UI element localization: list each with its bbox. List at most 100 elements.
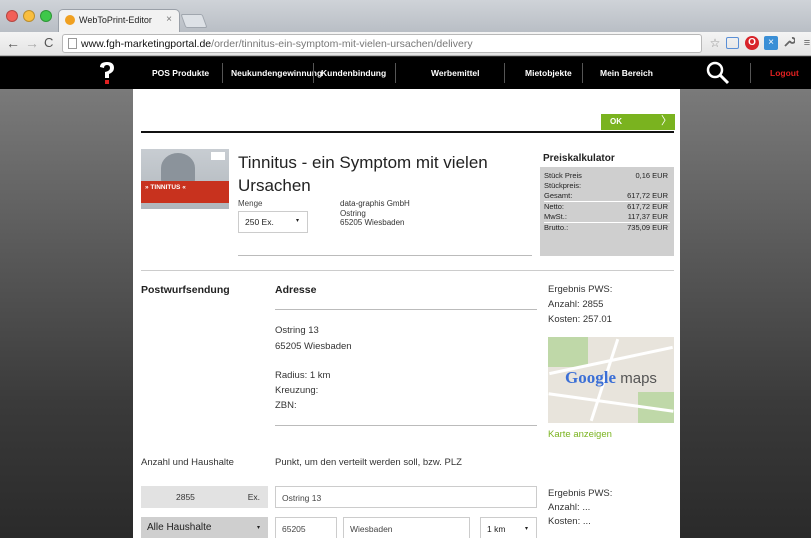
- cast-extension-icon[interactable]: [726, 37, 739, 49]
- count-field[interactable]: 2855 Ex.: [141, 486, 268, 508]
- pws-kosten: Kosten: 257.01: [548, 314, 612, 325]
- nav-kundenbindung[interactable]: Kundenbindung: [321, 68, 386, 78]
- adresse-heading: Adresse: [275, 284, 317, 296]
- address-line: Ostring 13: [275, 325, 319, 336]
- households-select[interactable]: Alle Haushalte ▾: [141, 517, 268, 538]
- ok-button[interactable]: OK 〉: [601, 114, 675, 130]
- pws-title: Ergebnis PWS:: [548, 284, 613, 295]
- quantity-select[interactable]: 250 Ex. ▾: [238, 211, 308, 233]
- chevron-right-icon: 〉: [661, 115, 672, 127]
- pws-anzahl: Anzahl: 2855: [548, 299, 604, 310]
- calc-label: Netto:: [544, 202, 565, 211]
- anzahl-label: Anzahl und Haushalte: [141, 457, 234, 468]
- nav-divider: [313, 63, 314, 83]
- calculator-title: Preiskalkulator: [543, 153, 615, 164]
- nav-werbemittel[interactable]: Werbemittel: [431, 68, 480, 78]
- postwurfsendung-heading: Postwurfsendung: [141, 284, 230, 296]
- nav-divider: [222, 63, 223, 83]
- tab-close-icon[interactable]: ×: [166, 14, 172, 25]
- zoom-window-button[interactable]: [40, 10, 52, 22]
- company-address: data-graphis GmbH Ostring 65205 Wiesbade…: [340, 199, 410, 228]
- calc-row: Gesamt: 617,72 EUR: [544, 191, 670, 202]
- pws-anzahl: Anzahl: ...: [548, 502, 591, 513]
- delivery-details: Radius: 1 km Kreuzung: ZBN:: [275, 368, 330, 413]
- price-calculator: Stück Preis 0,16 EUR Stückpreis: Gesamt: 6…: [540, 167, 674, 256]
- count-value: 2855: [176, 492, 195, 502]
- company-city: 65205 Wiesbaden: [340, 218, 405, 227]
- address-bar[interactable]: www.fgh-marketingportal.de/order/tinnitu…: [62, 34, 702, 53]
- street-input[interactable]: Ostring 13: [275, 486, 537, 508]
- nav-divider: [750, 63, 751, 83]
- main-content: OK 〉 » TINNITUS « Tinnitus - ein Symptom…: [133, 89, 680, 538]
- calc-label: Stück Preis: [544, 171, 582, 180]
- google-brand-text: Google: [565, 368, 616, 387]
- forward-arrow-icon[interactable]: →: [25, 35, 39, 51]
- map-park: [548, 337, 588, 367]
- nav-mein-bereich[interactable]: Mein Bereich: [600, 68, 653, 78]
- map-preview[interactable]: Google maps: [548, 337, 674, 423]
- menge-label: Menge: [238, 199, 263, 208]
- count-unit: Ex.: [247, 492, 260, 502]
- brand-logo[interactable]: [96, 61, 118, 85]
- calc-label: Gesamt:: [544, 191, 573, 200]
- pws-result: Ergebnis PWS: Anzahl: 2855 Kosten: 257.0…: [548, 282, 612, 327]
- nav-divider: [395, 63, 396, 83]
- menu-icon[interactable]: ≡: [800, 36, 811, 50]
- details-divider: [275, 425, 537, 426]
- favicon-icon: [65, 15, 75, 25]
- plz-input[interactable]: 65205: [275, 517, 337, 538]
- chevron-down-icon: ▾: [256, 525, 260, 531]
- wrench-icon[interactable]: [782, 36, 796, 50]
- nav-neukundengewinnung[interactable]: Neukundengewinnung: [231, 68, 322, 78]
- x-extension-icon[interactable]: ×: [764, 36, 778, 50]
- search-icon[interactable]: [705, 60, 731, 86]
- radius-select[interactable]: 1 km ▾: [480, 517, 537, 538]
- calc-row: MwSt.: 117,37 EUR: [544, 212, 670, 223]
- bookmark-star-icon[interactable]: ☆: [708, 36, 722, 50]
- city-input[interactable]: Wiesbaden: [343, 517, 470, 538]
- maps-text: maps: [620, 370, 657, 387]
- address-line: 65205 Wiesbaden: [275, 341, 352, 352]
- calc-row: Stückpreis:: [544, 181, 670, 191]
- nav-pos-produkte[interactable]: POS Produkte: [152, 68, 209, 78]
- header-divider: [141, 131, 674, 133]
- nav-divider: [582, 63, 583, 83]
- quantity-value: 250 Ex.: [245, 217, 274, 227]
- nav-divider: [504, 63, 505, 83]
- tab-title: WebToPrint-Editor: [79, 15, 152, 25]
- calc-label: Brutto.:: [544, 223, 569, 232]
- calc-label: MwSt.:: [544, 212, 567, 221]
- calc-value: 617,72 EUR: [627, 202, 668, 211]
- calc-label: Stückpreis:: [544, 181, 582, 190]
- minimize-window-button[interactable]: [23, 10, 35, 22]
- page-background-right: [680, 89, 811, 538]
- chevron-down-icon: ▾: [524, 526, 528, 532]
- logout-link[interactable]: Logout: [770, 68, 799, 78]
- pws-kosten: Kosten: ...: [548, 516, 591, 527]
- ok-button-label: OK: [610, 117, 622, 126]
- reload-icon[interactable]: C: [44, 35, 53, 51]
- zbn-text: ZBN:: [275, 400, 297, 411]
- company-street: Ostring: [340, 208, 366, 218]
- url-path: /order/tinnitus-ein-symptom-mit-vielen-u…: [211, 38, 473, 50]
- site-navigation: POS Produkte Neukundengewinnung Kundenbi…: [0, 57, 811, 89]
- url-host: www.fgh-marketingportal.de: [81, 38, 212, 50]
- section-divider: [141, 270, 674, 271]
- browser-toolbar: ← → C www.fgh-marketingportal.de/order/t…: [0, 32, 811, 56]
- back-arrow-icon[interactable]: ←: [6, 35, 20, 51]
- radius-value: 1 km: [487, 524, 506, 534]
- browser-tab[interactable]: WebToPrint-Editor ×: [58, 9, 180, 32]
- product-divider: [238, 255, 532, 256]
- adresse-divider: [275, 309, 537, 310]
- product-title: Tinnitus - ein Symptom mit vielen Ursach…: [238, 153, 488, 195]
- opera-extension-icon[interactable]: O: [745, 36, 759, 50]
- person-illustration: [161, 153, 195, 183]
- calc-row: Stück Preis 0,16 EUR: [544, 171, 670, 181]
- calc-value: 617,72 EUR: [627, 191, 668, 200]
- calc-value: 735,09 EUR: [627, 223, 668, 232]
- close-window-button[interactable]: [6, 10, 18, 22]
- households-value: Alle Haushalte: [147, 522, 212, 533]
- new-tab-button[interactable]: [180, 14, 208, 28]
- nav-mietobjekte[interactable]: Mietobjekte: [525, 68, 572, 78]
- show-map-link[interactable]: Karte anzeigen: [548, 429, 612, 440]
